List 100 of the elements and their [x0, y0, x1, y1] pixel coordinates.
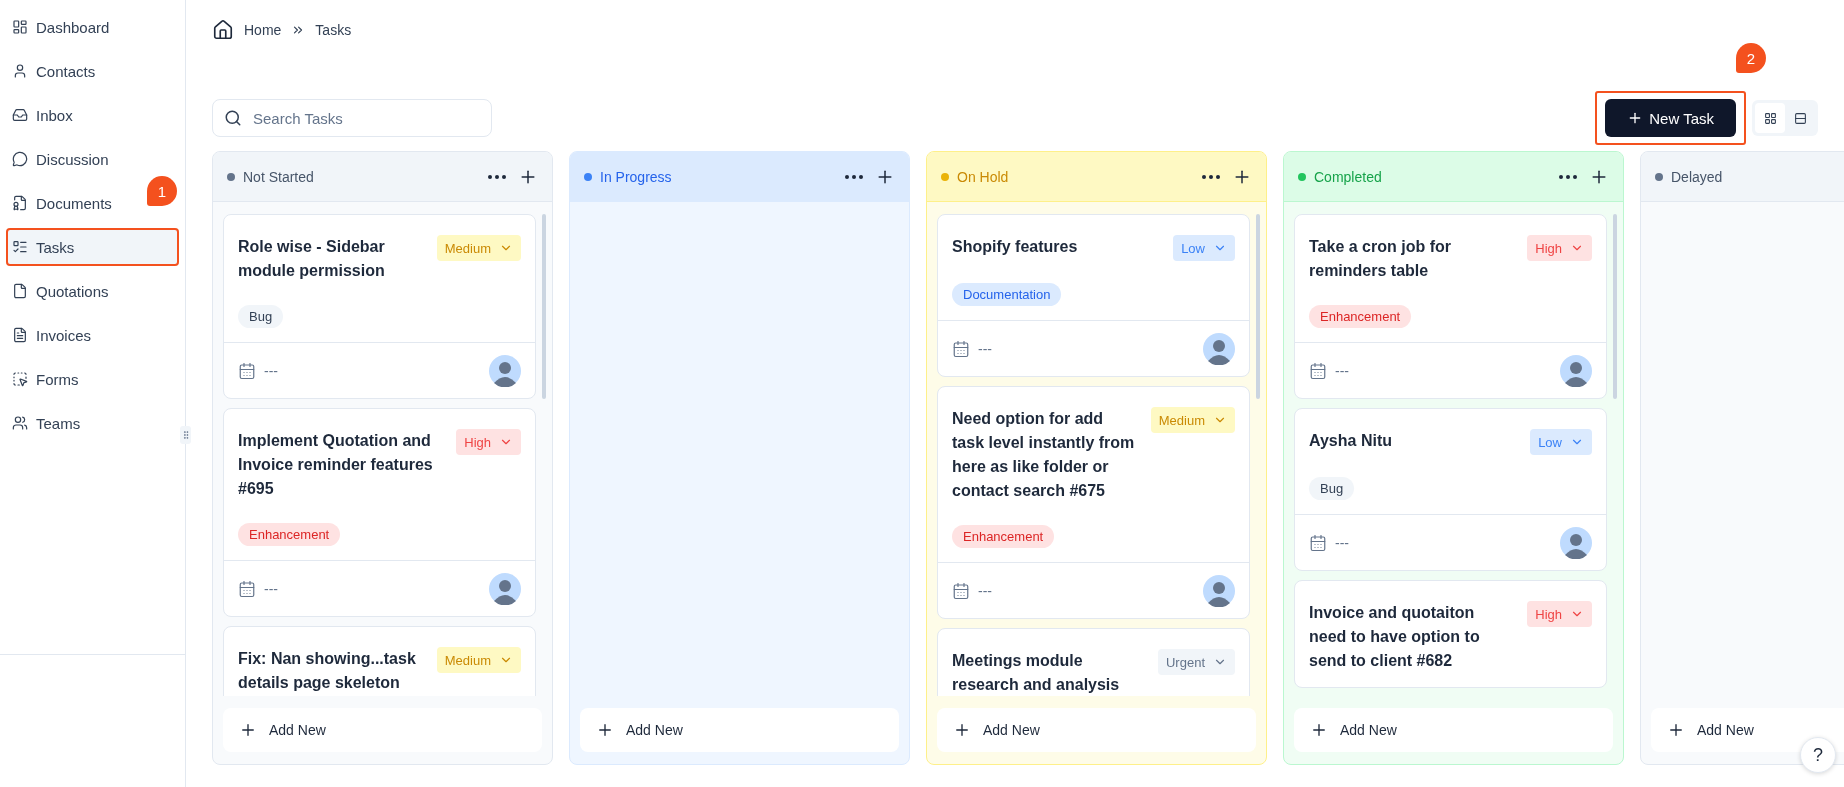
task-title: Implement Quotation and Invoice reminder features #695: [238, 431, 434, 499]
due-date: ---: [1335, 362, 1349, 379]
task-title: Aysha Nitu: [1309, 431, 1393, 451]
sidebar-item[interactable]: Inbox: [6, 96, 79, 134]
due-date: ---: [1335, 534, 1349, 551]
column-title: Completed: [1314, 168, 1383, 185]
users-icon: [12, 415, 28, 431]
grid-icon: [1763, 111, 1777, 125]
calendar-icon: [1309, 533, 1327, 552]
document-icon: [12, 195, 28, 211]
due-date: ---: [264, 362, 278, 379]
column-title: Not Started: [243, 168, 315, 185]
task-card[interactable]: Role wise - Sidebar module permission Medium Bug ---: [223, 214, 536, 399]
user-icon: [12, 63, 28, 79]
inbox-icon: [12, 107, 28, 123]
sidebar-item[interactable]: Documents: [6, 184, 118, 222]
checklist-icon: [12, 239, 28, 255]
task-tag: Bug: [238, 305, 284, 328]
task-card[interactable]: Shopify features Low Documentation ---: [937, 214, 1250, 377]
chat-bubble-icon: [12, 151, 28, 167]
add-new-button[interactable]: Add New: [580, 708, 899, 752]
task-card[interactable]: Take a cron job for reminders table High Enhancement ---: [1294, 214, 1607, 399]
search-field[interactable]: Search Tasks: [212, 99, 492, 137]
sidebar-item[interactable]: Teams: [6, 404, 87, 442]
task-tag: Documentation: [952, 283, 1062, 306]
cursor-selection-icon: [12, 371, 28, 387]
task-tag: Bug: [1309, 477, 1355, 500]
step-callout: 2: [1736, 43, 1766, 73]
resize-handle[interactable]: [180, 426, 191, 444]
add-new-button[interactable]: Add New: [223, 708, 542, 752]
ellipsis-icon: [845, 174, 863, 179]
more-button[interactable]: [488, 174, 506, 179]
task-tag: Enhancement: [1309, 305, 1412, 328]
view-toggle-button[interactable]: [1755, 103, 1785, 133]
task-title: Take a cron job for reminders table: [1309, 237, 1452, 281]
breadcrumb-link[interactable]: Home: [244, 22, 282, 38]
column-title: On Hold: [957, 168, 1010, 185]
avatar: [1560, 526, 1592, 559]
new-task-button[interactable]: New Task: [1605, 99, 1736, 137]
plus-icon: [1310, 721, 1328, 739]
breadcrumb-link[interactable]: Tasks: [315, 22, 352, 38]
task-card[interactable]: Need option for add task level instantly from here as like folder or contact search #675 Medium Enhancement ---: [937, 386, 1250, 619]
dashboard-icon: [12, 19, 28, 35]
ellipsis-icon: [1559, 174, 1577, 179]
plus-icon: [239, 721, 257, 739]
task-card[interactable]: Implement Quotation and Invoice reminder features #695 High Enhancement ---: [223, 408, 536, 617]
sidebar-item[interactable]: Quotations: [6, 272, 115, 310]
task-title: Role wise - Sidebar module permission: [238, 237, 386, 281]
rows-icon: [1793, 111, 1807, 125]
due-date: ---: [978, 582, 992, 599]
plus-icon: [1667, 721, 1685, 739]
task-title: Invoice and quotaiton need to have option to send to client #682: [1309, 603, 1481, 671]
calendar-icon: [238, 361, 256, 380]
task-card[interactable]: Fix: Nan showing...task details page skeleton Medium: [223, 626, 536, 696]
task-card[interactable]: Aysha Nitu Low Bug ---: [1294, 408, 1607, 571]
sidebar-item[interactable]: Contacts: [6, 52, 102, 90]
step-callout: 1: [147, 176, 177, 206]
more-button[interactable]: [845, 174, 863, 179]
task-card[interactable]: Meetings module research and analysis Urgent: [937, 628, 1250, 696]
column-title: Delayed: [1671, 168, 1724, 185]
column-title: In Progress: [600, 168, 673, 185]
ellipsis-icon: [1202, 174, 1220, 179]
avatar: [489, 354, 521, 387]
task-card[interactable]: Invoice and quotaiton need to have option to send to client #682 High: [1294, 580, 1607, 688]
avatar: [1203, 574, 1235, 607]
plus-icon: [953, 721, 971, 739]
avatar: [1203, 332, 1235, 365]
search-icon: [224, 109, 242, 127]
task-title: Fix: Nan showing...task details page skeleton: [238, 649, 417, 693]
calendar-icon: [1309, 361, 1327, 380]
scrollbar[interactable]: [542, 214, 546, 399]
home-icon[interactable]: [212, 19, 234, 41]
more-button[interactable]: [1559, 174, 1577, 179]
task-tag: Enhancement: [238, 523, 341, 546]
task-title: Meetings module research and analysis: [952, 651, 1121, 695]
sidebar-item[interactable]: Invoices: [6, 316, 98, 354]
ellipsis-icon: [488, 174, 506, 179]
calendar-icon: [952, 339, 970, 358]
avatar: [1560, 354, 1592, 387]
calendar-icon: [238, 579, 256, 598]
due-date: ---: [264, 580, 278, 597]
sidebar-item[interactable]: Dashboard: [6, 8, 116, 46]
calendar-icon: [952, 581, 970, 600]
plus-icon: [596, 721, 614, 739]
sidebar-item[interactable]: Discussion: [6, 140, 115, 178]
task-tag: Enhancement: [952, 525, 1055, 548]
avatar: [489, 572, 521, 605]
file-icon: [12, 283, 28, 299]
due-date: ---: [978, 340, 992, 357]
priority-dropdown[interactable]: Urgent: [1157, 649, 1235, 675]
add-new-button[interactable]: Add New: [937, 708, 1256, 752]
add-new-button[interactable]: Add New: [1294, 708, 1613, 752]
scrollbar[interactable]: [1613, 214, 1617, 399]
document-icon: [12, 327, 28, 343]
sidebar-item[interactable]: Tasks: [6, 228, 179, 266]
scrollbar[interactable]: [1256, 214, 1260, 399]
task-title: Shopify features: [952, 237, 1079, 257]
sidebar-item[interactable]: Forms: [6, 360, 85, 398]
more-button[interactable]: [1202, 174, 1220, 179]
task-title: Need option for add task level instantly from here as like folder or contact search #675: [952, 409, 1136, 501]
